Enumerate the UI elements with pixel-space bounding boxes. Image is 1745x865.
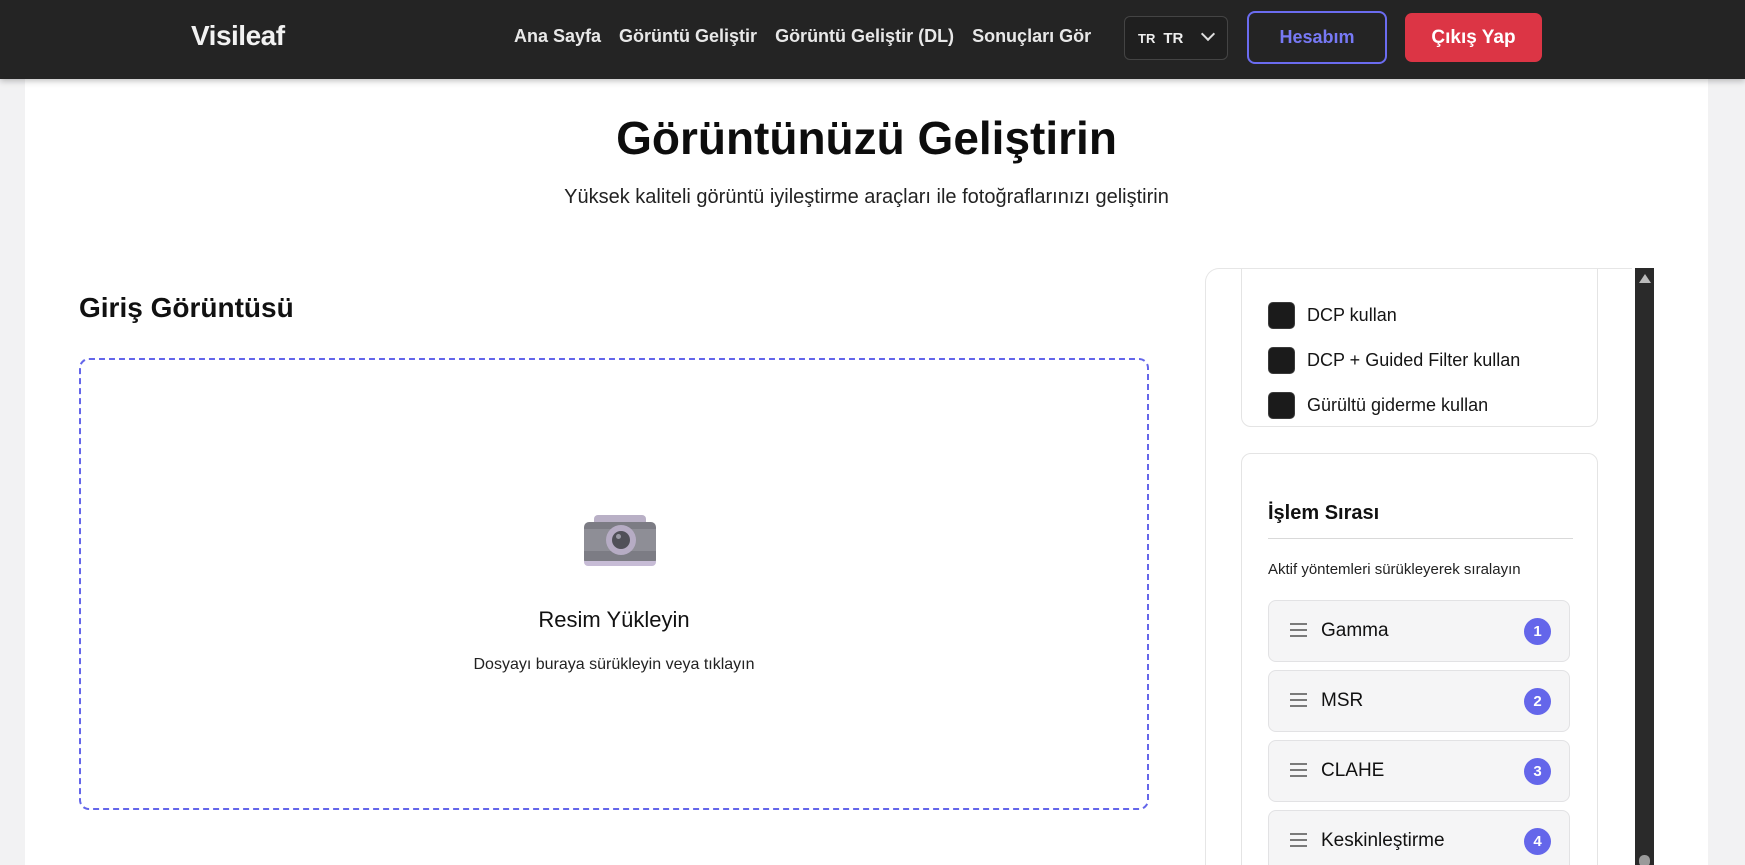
processing-order-hint: Aktif yöntemleri sürükleyerek sıralayın xyxy=(1268,561,1521,578)
nav-link-enhance-dl[interactable]: Görüntü Geliştir (DL) xyxy=(775,26,954,47)
drag-handle-icon[interactable] xyxy=(1290,693,1307,708)
language-flag-icon: TR xyxy=(1138,30,1156,46)
order-item-label: Gamma xyxy=(1321,620,1389,641)
nav-links: Ana Sayfa Görüntü Geliştir Görüntü Geliş… xyxy=(514,26,1109,47)
processing-order-card: İşlem Sırası Aktif yöntemleri sürükleyer… xyxy=(1241,453,1598,865)
order-item-label: MSR xyxy=(1321,690,1364,711)
order-item-msr[interactable]: MSR 2 xyxy=(1268,670,1570,732)
page-title: Görüntünüzü Geliştirin xyxy=(616,112,1117,164)
divider xyxy=(1268,538,1573,539)
chevron-down-icon xyxy=(1200,26,1216,42)
nav-link-enhance[interactable]: Görüntü Geliştir xyxy=(619,26,757,47)
drag-handle-icon[interactable] xyxy=(1290,623,1307,638)
brand-logo[interactable]: Visileaf xyxy=(191,20,285,52)
language-value: TR xyxy=(1163,29,1184,47)
option-dcp-guided-filter[interactable]: DCP + Guided Filter kullan xyxy=(1268,347,1520,374)
options-card: DCP kullan DCP + Guided Filter kullan Gü… xyxy=(1241,269,1598,427)
checkbox-dcp[interactable] xyxy=(1268,302,1295,329)
order-item-sharpening[interactable]: Keskinleştirme 4 xyxy=(1268,810,1570,865)
option-label: DCP + Guided Filter kullan xyxy=(1307,350,1521,370)
nav-link-home[interactable]: Ana Sayfa xyxy=(514,26,601,47)
order-item-label: Keskinleştirme xyxy=(1321,830,1445,851)
order-index-badge: 1 xyxy=(1524,618,1551,645)
checkbox-denoise[interactable] xyxy=(1268,392,1295,419)
order-index-badge: 3 xyxy=(1524,758,1551,785)
settings-panel: DCP kullan DCP + Guided Filter kullan Gü… xyxy=(1205,268,1632,865)
image-upload-dropzone[interactable]: Resim Yükleyin Dosyayı buraya sürükleyin… xyxy=(79,358,1149,810)
nav-link-results[interactable]: Sonuçları Gör xyxy=(972,26,1091,47)
input-section-title: Giriş Görüntüsü xyxy=(79,292,294,323)
order-index-badge: 4 xyxy=(1524,828,1551,855)
language-select[interactable]: TR TR xyxy=(1124,16,1228,60)
option-label: Gürültü giderme kullan xyxy=(1307,395,1489,415)
option-dcp[interactable]: DCP kullan xyxy=(1268,302,1397,329)
checkbox-dcp-guided-filter[interactable] xyxy=(1268,347,1295,374)
camera-icon xyxy=(584,515,656,567)
option-denoise[interactable]: Gürültü giderme kullan xyxy=(1268,392,1488,419)
dropzone-title: Resim Yükleyin xyxy=(538,607,690,632)
option-label: DCP kullan xyxy=(1307,305,1397,325)
drag-handle-icon[interactable] xyxy=(1290,763,1307,778)
order-index-badge: 2 xyxy=(1524,688,1551,715)
order-item-label: CLAHE xyxy=(1321,760,1385,781)
panel-scrollbar[interactable] xyxy=(1635,268,1654,865)
dropzone-subtitle: Dosyayı buraya sürükleyin veya tıklayın xyxy=(473,656,755,673)
top-navbar: Visileaf Ana Sayfa Görüntü Geliştir Görü… xyxy=(0,0,1745,79)
processing-order-title: İşlem Sırası xyxy=(1268,502,1380,524)
scroll-thumb[interactable] xyxy=(1639,855,1650,865)
drag-handle-icon[interactable] xyxy=(1290,833,1307,848)
order-item-gamma[interactable]: Gamma 1 xyxy=(1268,600,1570,662)
scroll-up-arrow-icon[interactable] xyxy=(1639,274,1651,283)
order-item-clahe[interactable]: CLAHE 3 xyxy=(1268,740,1570,802)
logout-button[interactable]: Çıkış Yap xyxy=(1405,13,1542,62)
page-subtitle: Yüksek kaliteli görüntü iyileştirme araç… xyxy=(564,186,1169,208)
main-content: Görüntünüzü Geliştirin Yüksek kaliteli g… xyxy=(25,79,1708,865)
account-button[interactable]: Hesabım xyxy=(1247,11,1387,64)
